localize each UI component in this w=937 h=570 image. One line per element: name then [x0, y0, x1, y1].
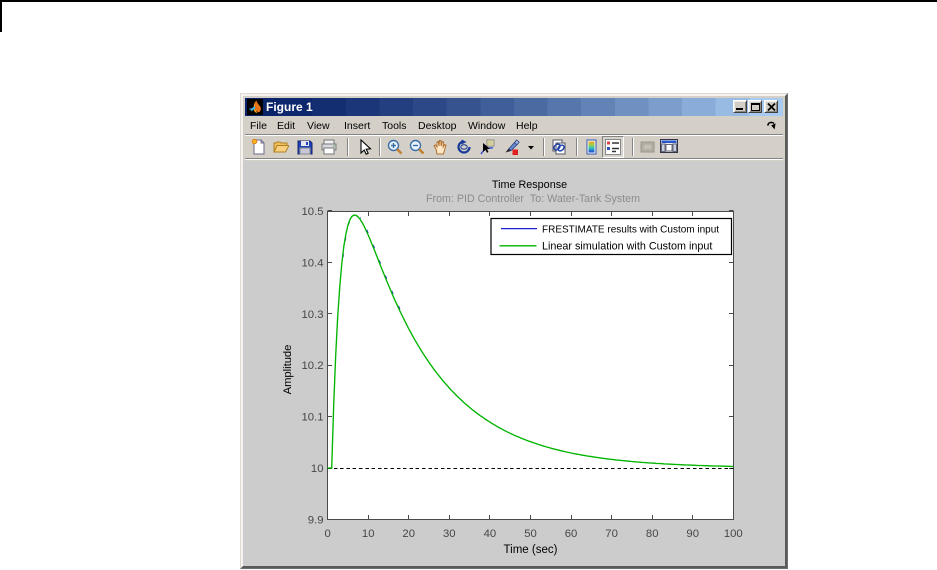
svg-text:70: 70 [605, 528, 618, 540]
svg-text:30: 30 [443, 528, 456, 540]
svg-text:10.3: 10.3 [302, 309, 324, 321]
svg-text:10.5: 10.5 [302, 206, 324, 218]
svg-text:Time (sec): Time (sec) [504, 544, 558, 556]
svg-text:10.2: 10.2 [302, 360, 324, 372]
svg-text:10.4: 10.4 [302, 257, 324, 269]
svg-text:90: 90 [686, 528, 699, 540]
svg-text:FRESTIMATE results with Custom: FRESTIMATE results with Custom input [542, 225, 719, 236]
svg-text:20: 20 [402, 528, 415, 540]
svg-text:Amplitude: Amplitude [282, 345, 294, 395]
svg-text:0: 0 [324, 528, 330, 540]
svg-text:10.1: 10.1 [302, 412, 324, 424]
svg-text:50: 50 [524, 528, 537, 540]
svg-text:100: 100 [724, 528, 743, 540]
svg-text:9.9: 9.9 [308, 515, 324, 527]
svg-text:From: PID Controller To: Wate: From: PID Controller To: Water-Tank Syst… [426, 193, 640, 205]
svg-text:10: 10 [311, 463, 324, 475]
svg-text:Linear simulation with Custom: Linear simulation with Custom input [542, 241, 712, 253]
svg-text:60: 60 [565, 528, 578, 540]
svg-text:10: 10 [362, 528, 375, 540]
svg-text:Time Response: Time Response [492, 179, 567, 191]
svg-text:80: 80 [646, 528, 659, 540]
svg-text:40: 40 [484, 528, 497, 540]
